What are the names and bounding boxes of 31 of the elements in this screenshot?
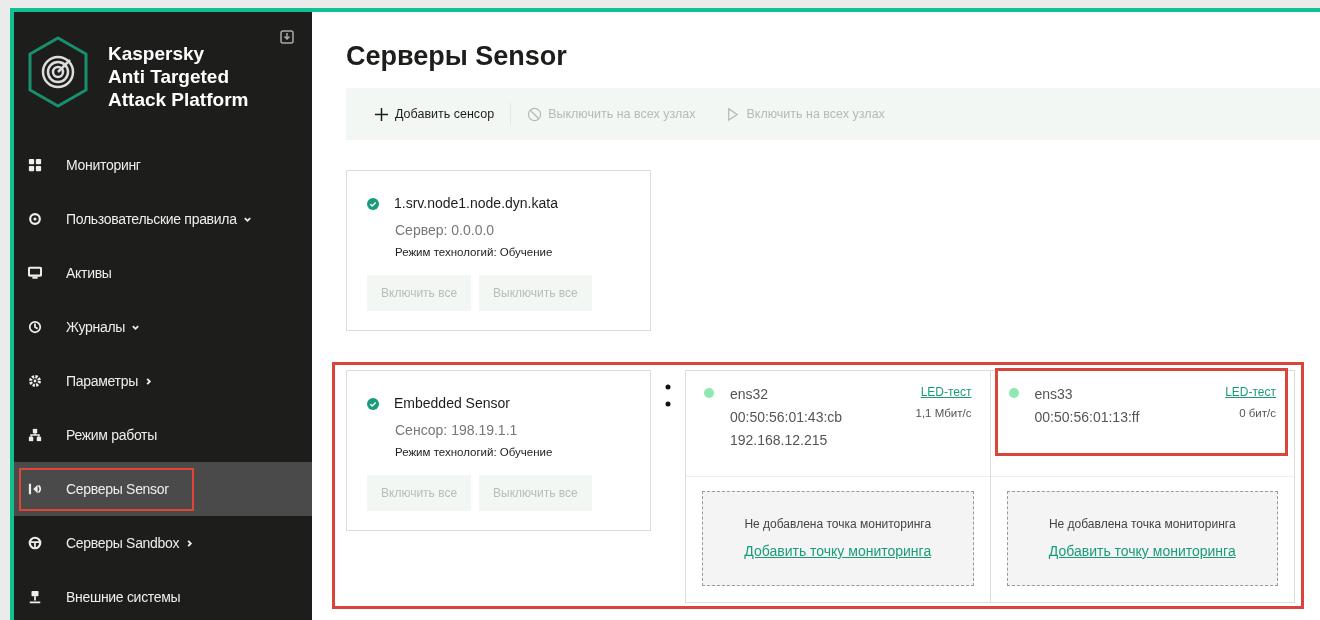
page-title: Серверы Sensor <box>346 40 568 73</box>
product-name: Kaspersky <box>108 42 206 65</box>
interface-name: ens32 <box>730 385 770 404</box>
empty-message: Не добавлена точка мониторинга <box>1048 516 1236 533</box>
product-name: Attack Platform <box>108 88 249 111</box>
technology-mode: Режим технологий: Обучение <box>395 245 554 260</box>
server-name: 1.srv.node1.node.dyn.kata <box>394 194 558 213</box>
traffic-speed: 0 бит/с <box>1239 406 1276 421</box>
nav-item[interactable]: Внешние системы <box>14 570 312 620</box>
server-address: Сенсор: 198.19.1.1 <box>395 421 519 440</box>
server-address: Сервер: 0.0.0.0 <box>395 221 496 240</box>
nav-item[interactable]: Параметры <box>14 354 312 408</box>
nav-item[interactable]: Серверы Sensor <box>14 462 312 516</box>
toolbar-button[interactable]: Добавить сенсор <box>374 104 495 124</box>
nav-item[interactable]: Активы <box>14 246 312 300</box>
nav-item[interactable]: Серверы Sandbox <box>14 516 312 570</box>
product-name: Anti Targeted <box>108 65 231 88</box>
led-test-link[interactable]: LED-тест <box>1225 383 1276 401</box>
empty-message: Не добавлена точка мониторинга <box>744 516 932 533</box>
technology-mode: Режим технологий: Обучение <box>395 445 554 460</box>
nav-item[interactable]: Режим работы <box>14 408 312 462</box>
traffic-speed: 1,1 Мбит/с <box>915 406 972 421</box>
interface-name: ens33 <box>1034 385 1074 404</box>
server-name: Embedded Sensor <box>394 394 510 413</box>
nav-item[interactable]: Пользовательские правила <box>14 192 312 246</box>
nav-item[interactable]: Мониторинг <box>14 138 312 192</box>
mac-address: 00:50:56:01:43:cb <box>730 408 844 427</box>
ip-address: 192.168.12.215 <box>730 431 829 450</box>
led-test-link[interactable]: LED-тест <box>920 383 972 401</box>
mac-address: 00:50:56:01:13:ff <box>1034 408 1141 427</box>
nav-item[interactable]: Журналы <box>14 300 312 354</box>
